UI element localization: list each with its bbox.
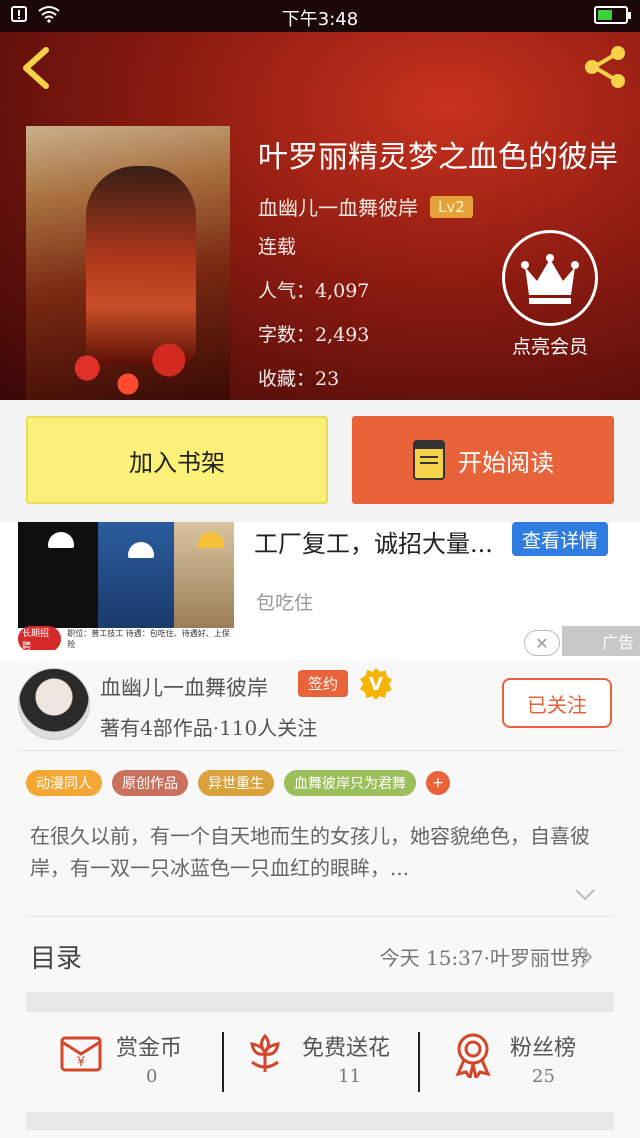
section-separator	[26, 992, 614, 1012]
stat-label: 粉丝榜	[510, 1036, 577, 1061]
ad-close-button[interactable]: ✕	[524, 630, 560, 656]
ad-label: 广告	[562, 626, 640, 656]
tag-item[interactable]: 动漫同人	[26, 770, 102, 796]
toc-latest-chapter[interactable]: 今天 15:37·叶罗丽世界	[380, 942, 590, 971]
book-status: 连载	[258, 236, 297, 258]
stat-value: 0	[146, 1066, 158, 1087]
chevron-left-icon	[23, 47, 49, 89]
author-card: 血幽儿一血舞彼岸 签约 V 著有4部作品·110人关注 已关注 动漫同人 原创作…	[0, 660, 640, 1138]
follow-button[interactable]: 已关注	[502, 678, 612, 728]
more-tags-button[interactable]: +	[426, 771, 450, 795]
section-separator	[26, 1112, 614, 1130]
book-cover[interactable]	[26, 126, 230, 400]
verified-badge: V	[360, 668, 392, 700]
book-popularity: 人气：4,097	[258, 280, 370, 302]
divider	[222, 1032, 224, 1092]
crown-icon	[521, 254, 579, 304]
svg-text:¥: ¥	[77, 1055, 85, 1070]
start-reading-button[interactable]: 开始阅读	[352, 416, 614, 504]
stat-label: 免费送花	[302, 1036, 391, 1061]
book-title: 叶罗丽精灵梦之血色的彼岸	[258, 140, 618, 175]
battery-icon	[594, 6, 631, 24]
ad-image-caption: 长期招聘 职位：普工技工 待遇：包吃住、待遇好、上保险	[18, 626, 234, 650]
chevron-down-icon[interactable]	[574, 888, 596, 902]
add-to-shelf-button[interactable]: 加入书架	[26, 416, 328, 504]
share-icon	[585, 46, 625, 88]
book-author[interactable]: 血幽儿一血舞彼岸	[258, 192, 418, 221]
book-word-count: 字数：2,493	[258, 324, 370, 346]
author-name[interactable]: 血幽儿一血舞彼岸	[100, 672, 268, 702]
chevron-right-icon[interactable]	[578, 944, 594, 970]
book-description[interactable]: 在很久以前，有一个自天地而生的女孩儿，她容貌绝色，自喜彼岸，有一双一只冰蓝色一只…	[30, 820, 610, 884]
reward-coins[interactable]: ¥ 赏金币 0	[58, 1026, 198, 1102]
stat-value: 25	[532, 1066, 555, 1087]
status-time: 下午3:48	[281, 9, 359, 30]
start-reading-label: 开始阅读	[458, 448, 554, 477]
ad-details-button[interactable]: 查看详情	[512, 522, 608, 556]
author-stats: 著有4部作品·110人关注	[100, 716, 318, 740]
ad-subtitle: 包吃住	[256, 592, 314, 614]
toc-label[interactable]: 目录	[30, 938, 82, 975]
avatar[interactable]	[18, 668, 90, 740]
book-header: 叶罗丽精灵梦之血色的彼岸 血幽儿一血舞彼岸 Lv2 连载 人气：4,097 字数…	[0, 32, 640, 400]
fan-ranking[interactable]: 粉丝榜 25	[452, 1026, 592, 1102]
book-favorites: 收藏：23	[258, 368, 340, 390]
red-envelope-icon: ¥	[60, 1036, 102, 1072]
share-button[interactable]	[580, 42, 630, 92]
vip-button[interactable]	[502, 230, 598, 326]
vip-label: 点亮会员	[511, 336, 588, 358]
tag-item[interactable]: 原创作品	[112, 770, 188, 796]
stats-row: ¥ 赏金币 0 免费送花 11 粉丝榜 25	[0, 1026, 640, 1102]
divider	[418, 1032, 420, 1092]
tag-list: 动漫同人 原创作品 异世重生 血舞彼岸只为君舞 +	[26, 770, 450, 796]
tag-item[interactable]: 血舞彼岸只为君舞	[284, 770, 416, 796]
ad-image-text: 职位：普工技工 待遇：包吃住、待遇好、上保险	[67, 629, 230, 649]
flower-icon	[250, 1033, 280, 1072]
divider	[18, 750, 622, 751]
ad-title[interactable]: 工厂复工，诚招大量...	[254, 524, 493, 559]
tag-item[interactable]: 异世重生	[198, 770, 274, 796]
book-icon	[413, 440, 445, 480]
ad-image[interactable]: 长期招聘 职位：普工技工 待遇：包吃住、待遇好、上保险	[18, 522, 234, 650]
ad-banner[interactable]: 长期招聘 职位：普工技工 待遇：包吃住、待遇好、上保险 工厂复工，诚招大量...…	[0, 522, 640, 660]
medal-icon	[455, 1033, 491, 1078]
back-button[interactable]	[16, 44, 56, 92]
stat-value: 11	[338, 1066, 361, 1087]
signed-badge: 签约	[298, 670, 349, 697]
status-bar: 下午3:48	[0, 0, 640, 32]
level-badge: Lv2	[430, 195, 473, 218]
author-row: 血幽儿一血舞彼岸 Lv2	[258, 192, 473, 221]
divider	[26, 916, 614, 917]
ad-image-tag: 长期招聘	[18, 626, 62, 650]
stat-label: 赏金币	[116, 1036, 183, 1061]
action-buttons: 加入书架 开始阅读	[0, 400, 640, 522]
free-flowers[interactable]: 免费送花 11	[244, 1026, 404, 1102]
